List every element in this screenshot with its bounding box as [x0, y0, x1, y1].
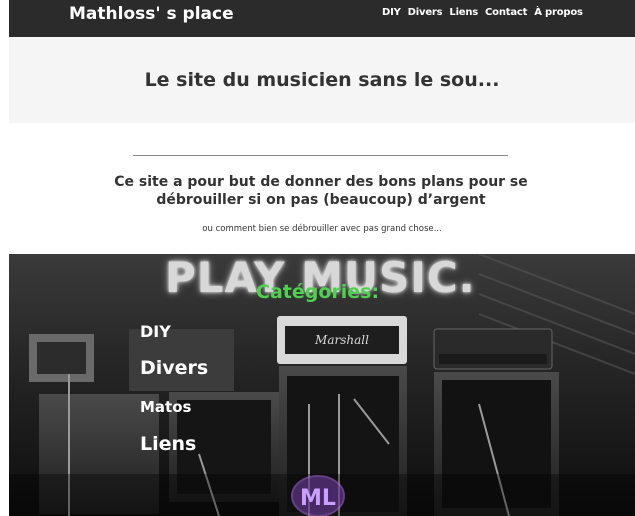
hero-title: Le site du musicien sans le sou... [144, 69, 500, 91]
intro-section: Ce site a pour but de donner des bons pl… [9, 123, 635, 254]
nav-link-liens[interactable]: Liens [449, 6, 478, 20]
category-link-diy[interactable]: DIY [140, 322, 171, 342]
ml-logo-icon: ML [291, 475, 345, 516]
divider [133, 155, 508, 156]
nav-menu: DIY Divers Liens Contact À propos [382, 6, 583, 20]
categories-section: Marshall PLAY MUSIC. Catégories: DIY Div… [9, 254, 635, 516]
ml-logo-text: ML [300, 486, 336, 511]
nav-link-a-propos[interactable]: À propos [534, 6, 583, 20]
ml-logo: ML [290, 474, 346, 516]
navbar: Mathloss' s place DIY Divers Liens Conta… [9, 0, 635, 37]
brand-link[interactable]: Mathloss' s place [69, 4, 234, 24]
page: Mathloss' s place DIY Divers Liens Conta… [0, 0, 635, 516]
category-link-divers[interactable]: Divers [140, 356, 208, 380]
nav-link-diy[interactable]: DIY [382, 6, 401, 20]
nav-link-divers[interactable]: Divers [408, 6, 443, 20]
hero-section: Le site du musicien sans le sou... [9, 37, 635, 123]
category-link-matos[interactable]: Matos [140, 397, 191, 417]
category-link-liens[interactable]: Liens [140, 432, 196, 456]
intro-heading: Ce site a pour but de donner des bons pl… [114, 174, 528, 208]
svg-text:Marshall: Marshall [314, 333, 369, 347]
categories-title: Catégories: [256, 281, 380, 303]
intro-subtext: ou comment bien se débrouiller avec pas … [202, 224, 442, 234]
nav-link-contact[interactable]: Contact [485, 6, 527, 20]
left-gutter [0, 0, 9, 516]
